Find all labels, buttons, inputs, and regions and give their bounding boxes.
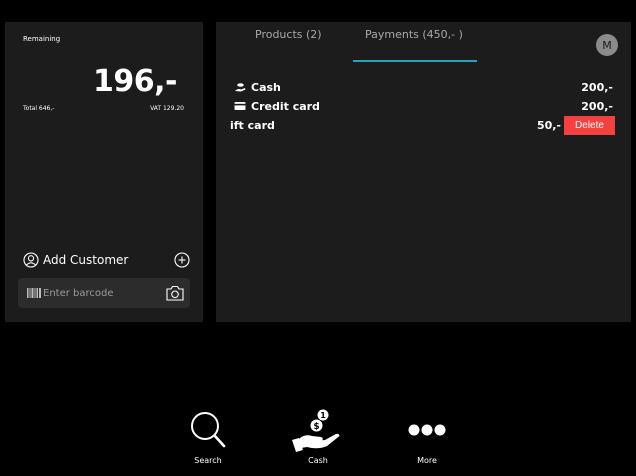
cash-hand-icon: 1 $ xyxy=(292,409,340,452)
user-icon xyxy=(23,252,39,268)
cash-label: Cash xyxy=(308,456,328,465)
delete-button[interactable]: Delete xyxy=(564,116,615,135)
remaining-amount: 196,- xyxy=(93,64,177,99)
summary-panel: Remaining 196,- Total 646,- VAT 129.20 A… xyxy=(5,22,203,322)
avatar[interactable]: M xyxy=(596,34,618,56)
payment-amount: 200,- xyxy=(581,99,613,113)
plus-circle-icon[interactable] xyxy=(174,252,190,268)
cash-button[interactable]: 1 $ Cash xyxy=(288,409,348,469)
remaining-label: Remaining xyxy=(23,35,61,43)
payment-amount: 50,- xyxy=(536,118,561,132)
barcode-input[interactable] xyxy=(43,285,158,301)
barcode-icon xyxy=(27,288,41,298)
svg-text:$: $ xyxy=(313,422,319,432)
payment-name: Cash xyxy=(251,80,281,94)
credit-card-icon xyxy=(234,102,246,110)
add-customer-label: Add Customer xyxy=(43,253,129,267)
cash-icon xyxy=(235,83,246,92)
payments-panel: Products (2) Payments (450,- ) M Cash 20… xyxy=(216,22,631,322)
tab-products[interactable]: Products (2) xyxy=(255,28,322,41)
tab-payments[interactable]: Payments (450,- ) xyxy=(365,28,463,41)
payment-row-gift-card: ift card 50,- Delete xyxy=(230,116,615,135)
barcode-field[interactable] xyxy=(18,278,190,308)
total-label: Total 646,- xyxy=(23,105,55,112)
more-label: More xyxy=(417,456,437,465)
svg-text:1: 1 xyxy=(320,411,326,420)
vat-label: VAT 129.20 xyxy=(150,105,184,112)
more-button[interactable]: More xyxy=(397,409,457,469)
payment-amount: 200,- xyxy=(581,80,613,94)
payment-row-credit-card: Credit card 200,- xyxy=(234,97,613,115)
add-customer-button[interactable]: Add Customer xyxy=(23,250,190,270)
payment-name: Credit card xyxy=(251,99,320,113)
payment-row-cash: Cash 200,- xyxy=(234,78,613,96)
search-icon xyxy=(191,412,226,448)
search-label: Search xyxy=(194,456,222,465)
search-button[interactable]: Search xyxy=(178,409,238,469)
more-icon xyxy=(408,424,446,436)
camera-icon[interactable] xyxy=(166,285,184,301)
active-tab-indicator xyxy=(353,60,477,62)
payment-name: ift card xyxy=(230,118,275,132)
